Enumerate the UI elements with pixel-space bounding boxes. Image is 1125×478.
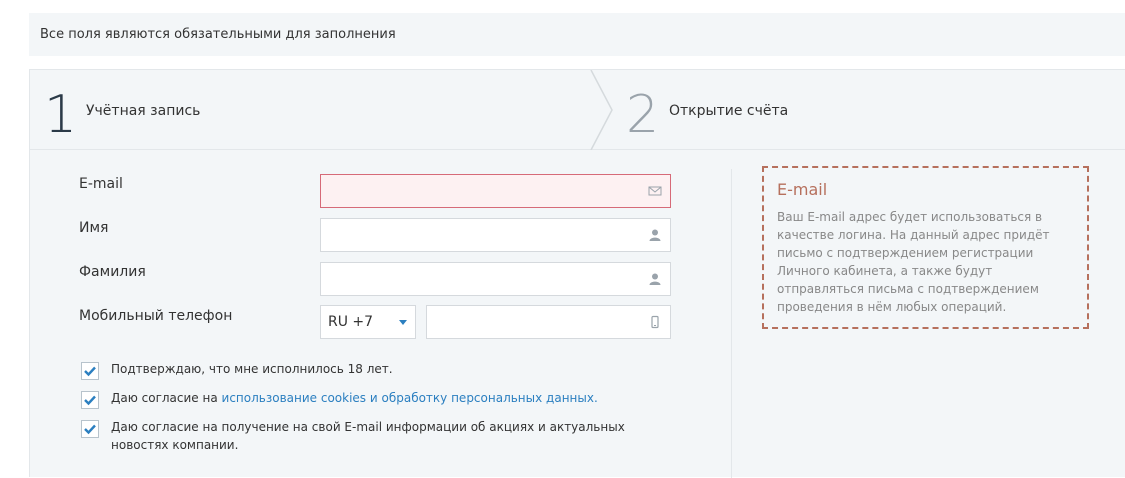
user-icon (649, 273, 661, 285)
required-fields-notice: Все поля являются обязательными для запо… (29, 13, 1125, 56)
steps-bar: 1 Учётная запись 2 Открытие счёта (30, 70, 1125, 150)
hint-title: E-mail (777, 180, 828, 199)
mobile-icon (651, 315, 659, 329)
consent-news-checkbox[interactable] (81, 420, 99, 438)
registration-card: 1 Учётная запись 2 Открытие счёта E-mail… (29, 69, 1125, 478)
last-name-label: Фамилия (79, 264, 146, 280)
consent-cookies-checkbox[interactable] (81, 391, 99, 409)
consent-age-text: Подтверждаю, что мне исполнилось 18 лет. (111, 362, 393, 376)
country-code-select[interactable]: RU +7 (320, 305, 416, 339)
step-1-label: Учётная запись (86, 103, 201, 119)
email-hint-box: E-mail Ваш E-mail адрес будет использова… (762, 166, 1089, 329)
checkmark-icon (84, 395, 96, 406)
first-name-field[interactable] (320, 218, 671, 252)
column-divider (731, 169, 732, 478)
email-field[interactable] (320, 174, 671, 208)
user-icon (649, 229, 661, 241)
chevron-down-icon (399, 320, 407, 325)
first-name-label: Имя (79, 220, 109, 236)
checkmark-icon (84, 424, 96, 435)
step-1-number: 1 (44, 85, 78, 145)
hint-text: Ваш E-mail адрес будет использоваться в … (777, 210, 1050, 314)
consent-news-text: Даю согласие на получение на свой E-mail… (111, 420, 625, 452)
step-2-number: 2 (626, 85, 660, 145)
checkmark-icon (84, 366, 96, 377)
step-2-label: Открытие счёта (669, 103, 789, 119)
consent-age-checkbox[interactable] (81, 362, 99, 380)
consent-cookies-text: Даю согласие на использование cookies и … (111, 389, 651, 407)
cookies-policy-link[interactable]: использование cookies и обработку персон… (222, 391, 594, 405)
country-code-value: RU +7 (328, 314, 374, 330)
phone-field[interactable] (426, 305, 671, 339)
consent-cookies-prefix: Даю согласие на (111, 391, 222, 405)
phone-label: Мобильный телефон (79, 308, 233, 324)
envelope-icon (648, 186, 662, 196)
last-name-field[interactable] (320, 262, 671, 296)
email-label: E-mail (79, 176, 123, 192)
step-separator-chevron (590, 70, 613, 150)
consent-cookies-suffix: . (593, 391, 598, 405)
